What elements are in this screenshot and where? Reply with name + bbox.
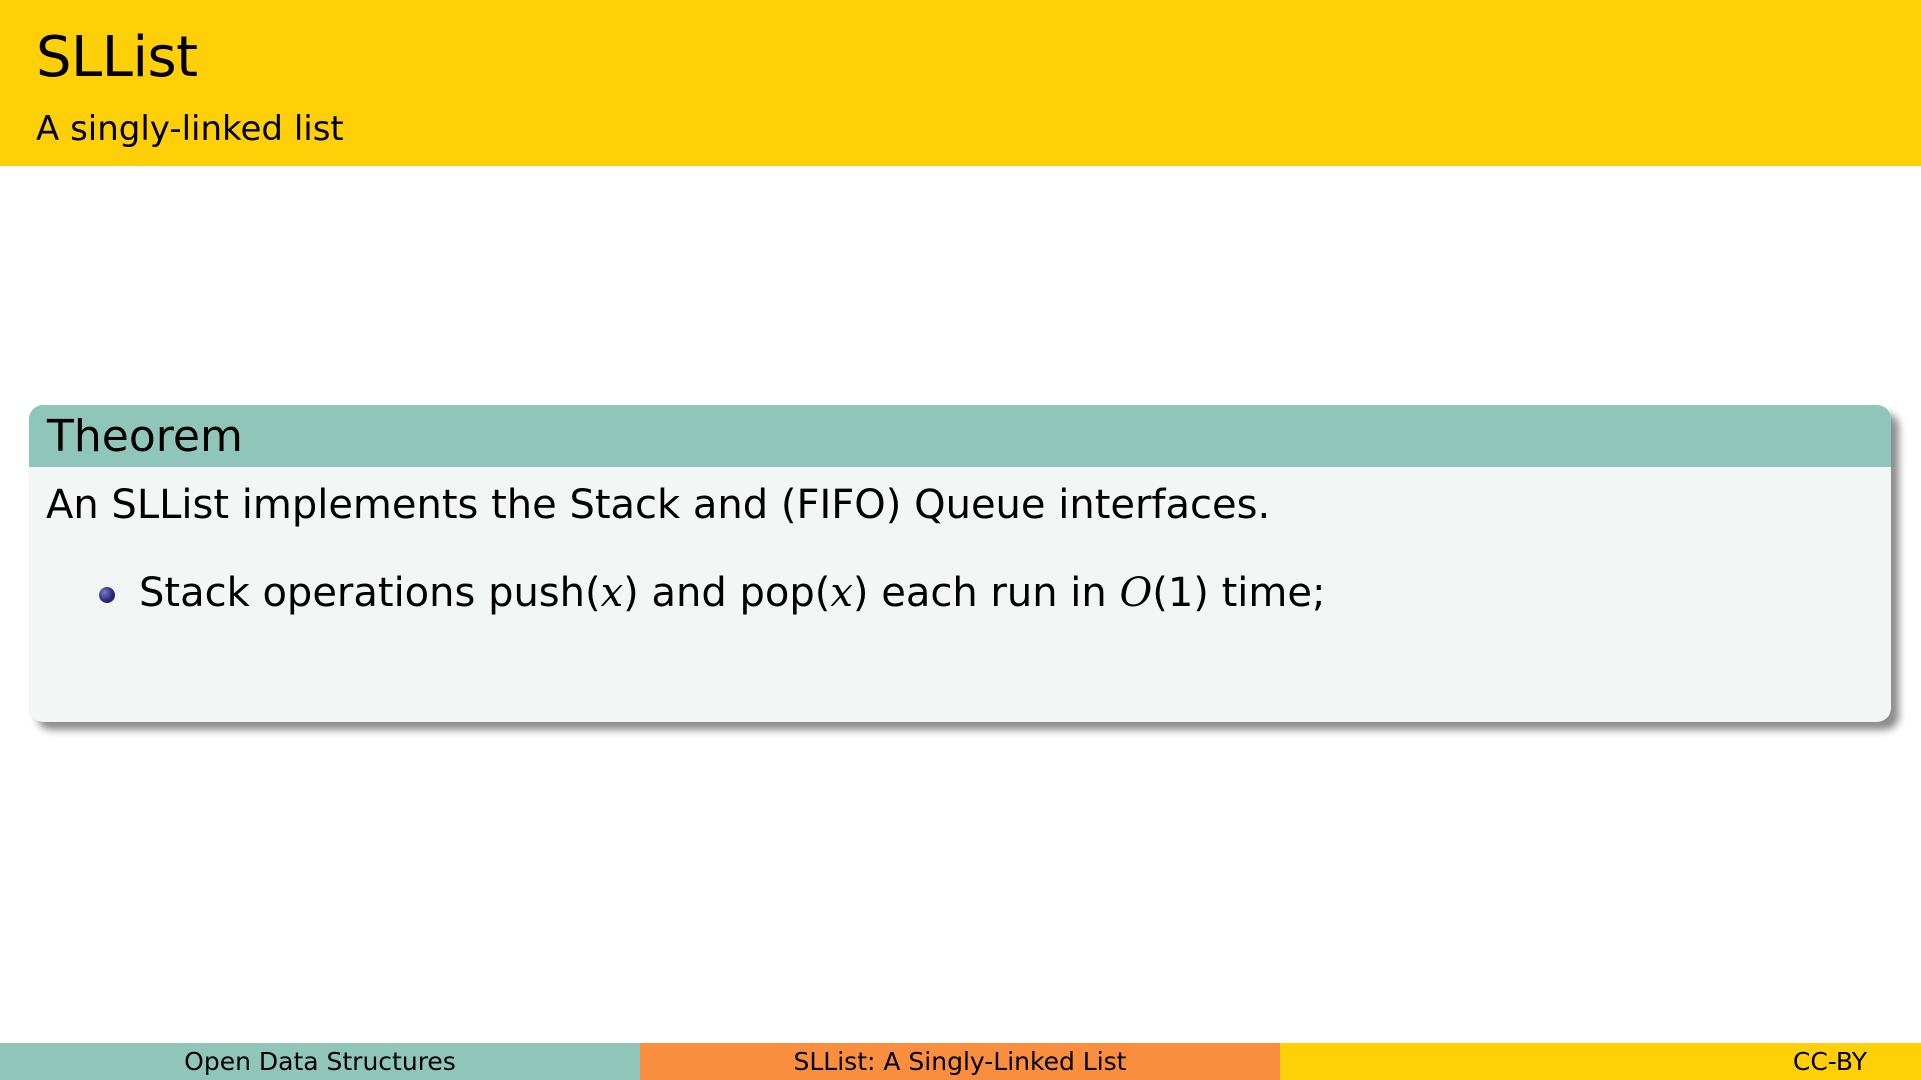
slide: SLList A singly-linked list Theorem An S… — [0, 0, 1921, 1080]
bullet-var-x-2: x — [830, 570, 853, 616]
bullet-var-x-1: x — [600, 570, 624, 616]
bullet-mid-2: ) each run in — [852, 570, 1120, 616]
theorem-block: Theorem An SLList implements the Stack a… — [29, 405, 1891, 722]
bullet-suffix: (1) time; — [1152, 570, 1326, 616]
theorem-title: Theorem — [47, 411, 243, 462]
bullet-dot-icon — [99, 587, 115, 603]
bullet-mid-1: ) and pop( — [623, 570, 831, 616]
theorem-statement: An SLList implements the Stack and (FIFO… — [46, 482, 1271, 528]
bullet-prefix: Stack operations push( — [139, 570, 601, 616]
slide-subtitle: A singly-linked list — [36, 109, 344, 149]
slide-footer: Open Data Structures SLList: A Singly-Li… — [0, 1043, 1921, 1080]
slide-title: SLList — [36, 25, 198, 90]
slide-header: SLList A singly-linked list — [0, 0, 1921, 166]
bullet-text: Stack operations push(x) and pop(x) each… — [139, 571, 1325, 615]
theorem-header: Theorem — [29, 405, 1891, 467]
footer-left: Open Data Structures — [0, 1043, 640, 1080]
bullet-big-o: O — [1119, 570, 1153, 616]
footer-center: SLList: A Singly-Linked List — [640, 1043, 1280, 1080]
theorem-bullet: Stack operations push(x) and pop(x) each… — [99, 571, 1325, 615]
footer-right: CC-BY — [1280, 1043, 1921, 1080]
